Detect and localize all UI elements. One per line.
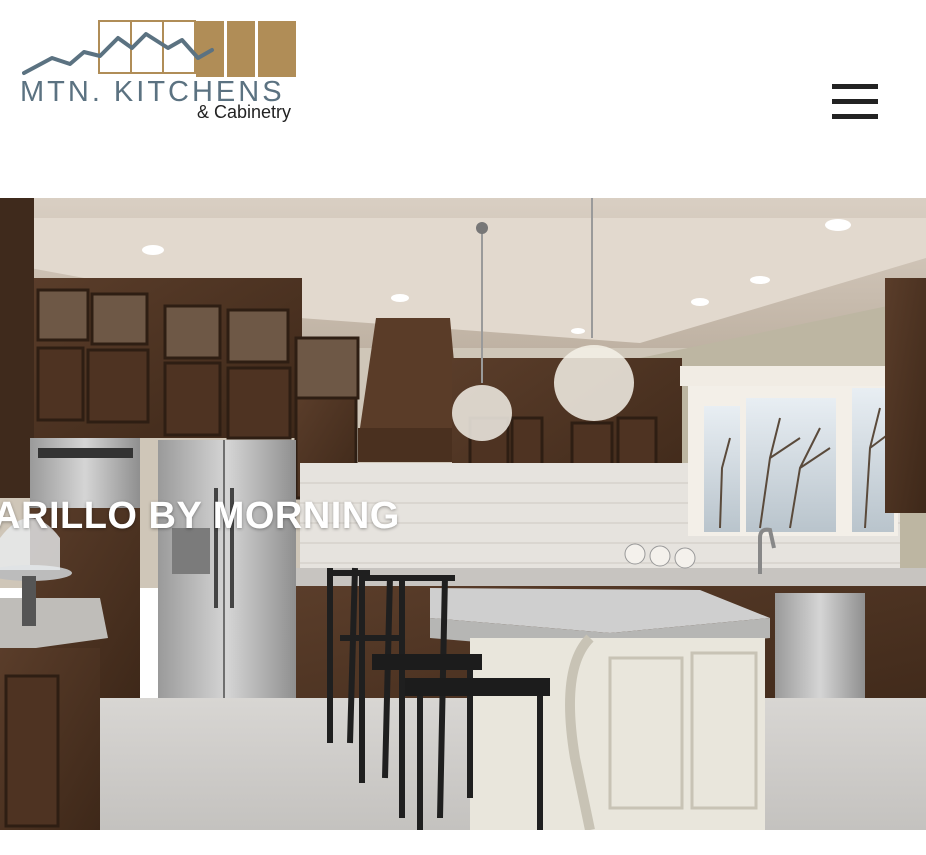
hamburger-menu-icon[interactable]	[832, 84, 878, 120]
site-header: MTN. KITCHENS & Cabinetry	[0, 0, 926, 198]
page-bottom	[0, 830, 926, 855]
logo-tagline: & Cabinetry	[197, 102, 292, 122]
hero-banner: IARILLO BY MORNING	[0, 198, 926, 830]
hero-title: IARILLO BY MORNING	[0, 495, 400, 537]
menu-bar	[832, 84, 878, 89]
menu-bar	[832, 99, 878, 104]
site-logo[interactable]: MTN. KITCHENS & Cabinetry	[18, 18, 298, 128]
menu-bar	[832, 114, 878, 119]
mountain-logo-icon	[22, 20, 296, 77]
